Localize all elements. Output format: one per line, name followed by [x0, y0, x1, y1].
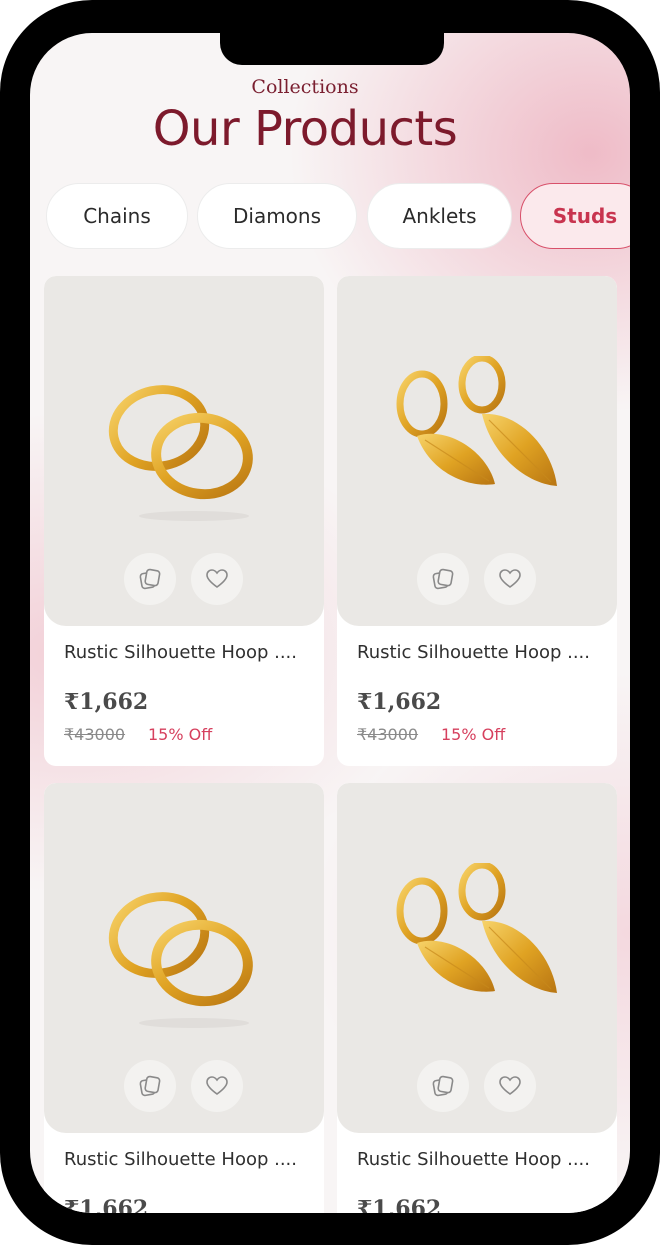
collections-subtitle: Collections [251, 76, 359, 98]
category-chips: Chains Diamons Anklets Studs [30, 183, 630, 253]
heart-icon [499, 569, 521, 588]
compare-button[interactable] [124, 553, 176, 605]
product-card[interactable]: Rustic Silhouette Hoop .... ₹1,662 [44, 783, 324, 1213]
chip-diamons[interactable]: Diamons [197, 183, 357, 249]
wishlist-button[interactable] [484, 553, 536, 605]
gold-hoop-earrings-image [108, 385, 253, 521]
gold-leaf-drop-earrings-image [396, 863, 557, 993]
heart-icon [499, 1076, 521, 1095]
product-price: ₹1,662 [64, 689, 149, 715]
chip-studs[interactable]: Studs [520, 183, 630, 249]
product-price: ₹1,662 [357, 1196, 442, 1213]
wishlist-button[interactable] [191, 1060, 243, 1112]
gold-leaf-drop-earrings-image [396, 356, 557, 486]
product-name[interactable]: Rustic Silhouette Hoop .... [357, 1149, 607, 1170]
product-price: ₹1,662 [357, 689, 442, 715]
discount-badge: 15% Off [441, 725, 506, 744]
product-card[interactable]: Rustic Silhouette Hoop .... ₹1,662 ₹4300… [44, 276, 324, 766]
compare-button[interactable] [124, 1060, 176, 1112]
phone-notch [220, 31, 444, 65]
page-title: Our Products [152, 101, 458, 157]
discount-badge: 15% Off [148, 725, 213, 744]
wishlist-button[interactable] [191, 553, 243, 605]
product-price: ₹1,662 [64, 1196, 149, 1213]
app-screen: Collections Our Products Chains Diamons … [30, 33, 630, 1213]
heart-icon [206, 569, 228, 588]
compare-icon [432, 568, 454, 590]
original-price: ₹43000 [64, 725, 126, 744]
product-image[interactable] [337, 276, 617, 626]
product-card[interactable]: Rustic Silhouette Hoop .... ₹1,662 ₹4300… [337, 276, 617, 766]
product-image[interactable] [44, 276, 324, 626]
wishlist-button[interactable] [484, 1060, 536, 1112]
product-name[interactable]: Rustic Silhouette Hoop .... [64, 1149, 314, 1170]
phone-frame: Collections Our Products Chains Diamons … [0, 0, 660, 1245]
chip-chains[interactable]: Chains [46, 183, 188, 249]
product-image[interactable] [44, 783, 324, 1133]
product-name[interactable]: Rustic Silhouette Hoop .... [357, 642, 607, 663]
product-card[interactable]: Rustic Silhouette Hoop .... ₹1,662 [337, 783, 617, 1213]
original-price: ₹43000 [357, 725, 419, 744]
chip-anklets[interactable]: Anklets [367, 183, 512, 249]
compare-icon [432, 1075, 454, 1097]
compare-button[interactable] [417, 1060, 469, 1112]
compare-icon [139, 568, 161, 590]
product-name[interactable]: Rustic Silhouette Hoop .... [64, 642, 314, 663]
product-image[interactable] [337, 783, 617, 1133]
gold-hoop-earrings-image [108, 892, 253, 1028]
compare-icon [139, 1075, 161, 1097]
compare-button[interactable] [417, 553, 469, 605]
heart-icon [206, 1076, 228, 1095]
